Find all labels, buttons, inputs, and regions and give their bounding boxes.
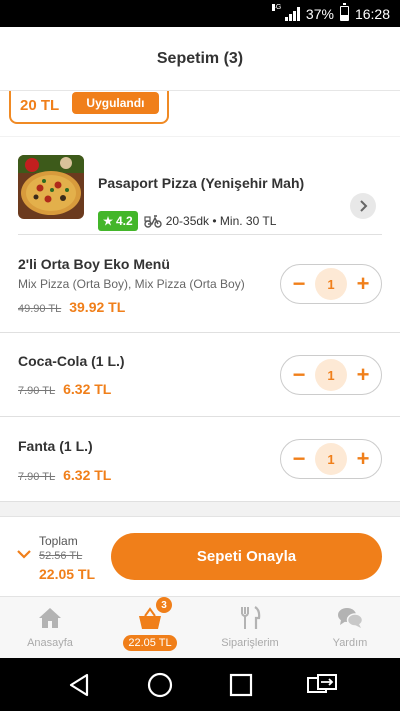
cart-item: Fanta (1 L.) 7.90 TL 6.32 TL − 1 + xyxy=(0,417,400,502)
chevron-down-icon[interactable] xyxy=(17,549,31,559)
item-name: Fanta (1 L.) xyxy=(18,438,93,454)
cart-total-badge: 22.05 TL xyxy=(123,635,177,651)
confirm-cart-button[interactable]: Sepeti Onayla xyxy=(111,533,382,580)
battery-icon xyxy=(339,3,349,21)
home-circle-icon xyxy=(147,672,172,697)
nav-item-help[interactable]: Yardım xyxy=(300,597,400,659)
nav-item-orders[interactable]: Siparişlerim xyxy=(200,597,300,659)
item-name: Coca-Cola (1 L.) xyxy=(18,353,125,369)
chevron-right-icon xyxy=(360,200,368,212)
cart-item: Coca-Cola (1 L.) 7.90 TL 6.32 TL − 1 + xyxy=(0,333,400,417)
page-header: Sepetim (3) xyxy=(0,27,400,91)
restaurant-image xyxy=(18,155,84,219)
quantity-stepper: − 1 + xyxy=(280,439,382,479)
restaurant-name: Pasaport Pizza (Yenişehir Mah) xyxy=(98,175,305,191)
increase-button[interactable]: + xyxy=(354,273,372,295)
rating-value: 4.2 xyxy=(116,214,133,228)
coupon-card[interactable]: 20 TL Uygulandı xyxy=(9,91,169,124)
rating-badge: 4.2 xyxy=(98,211,138,231)
coupon-applied-button[interactable]: Uygulandı xyxy=(71,92,159,114)
total-old-price: 52.56 TL xyxy=(39,550,83,562)
item-price: 6.32 TL xyxy=(63,467,112,483)
delivery-scooter-icon xyxy=(143,215,162,228)
nav-label-home: Anasayfa xyxy=(27,637,73,649)
item-price: 39.92 TL xyxy=(69,299,126,315)
decrease-button[interactable]: − xyxy=(290,364,308,386)
total-price: 22.05 TL xyxy=(39,566,96,582)
page-title: Sepetim (3) xyxy=(156,49,244,67)
total-label: Toplam xyxy=(39,534,78,548)
home-icon xyxy=(37,605,63,631)
item-old-price: 7.90 TL xyxy=(18,385,56,397)
recents-square-icon xyxy=(229,673,252,696)
decrease-button[interactable]: − xyxy=(290,273,308,295)
restaurant-chevron-button[interactable] xyxy=(350,193,376,219)
signal-icon: 4G xyxy=(271,3,300,21)
item-price: 6.32 TL xyxy=(63,381,112,397)
increase-button[interactable]: + xyxy=(354,448,372,470)
nav-item-home[interactable]: Anasayfa xyxy=(0,597,100,659)
star-icon xyxy=(103,216,113,226)
battery-percent: 37% xyxy=(305,5,334,22)
nav-item-cart[interactable]: 3 22.05 TL xyxy=(100,597,200,659)
item-prices: 7.90 TL 6.32 TL xyxy=(18,467,111,483)
fork-knife-icon xyxy=(237,605,263,631)
chat-bubbles-icon xyxy=(337,605,363,631)
restaurant-meta: 4.2 20-35dk • Min. 30 TL xyxy=(98,211,276,231)
item-description: Mix Pizza (Orta Boy), Mix Pizza (Orta Bo… xyxy=(18,277,245,291)
back-button[interactable] xyxy=(59,665,99,705)
clock: 16:28 xyxy=(354,5,390,22)
system-nav-bar xyxy=(0,658,400,711)
cart-card: Pasaport Pizza (Yenişehir Mah) 4.2 20-35… xyxy=(0,137,400,502)
home-system-button[interactable] xyxy=(140,665,180,705)
item-prices: 7.90 TL 6.32 TL xyxy=(18,381,111,397)
cart-count-badge: 3 xyxy=(156,597,172,613)
nav-label-help: Yardım xyxy=(332,637,368,649)
decrease-button[interactable]: − xyxy=(290,448,308,470)
item-prices: 49.90 TL 39.92 TL xyxy=(18,299,125,315)
back-triangle-icon xyxy=(69,673,88,696)
quantity-value: 1 xyxy=(315,443,347,475)
quantity-stepper: − 1 + xyxy=(280,355,382,395)
switch-app-icon xyxy=(306,673,337,693)
network-type: 4G xyxy=(271,3,282,11)
quantity-value: 1 xyxy=(315,268,347,300)
quantity-value: 1 xyxy=(315,359,347,391)
switch-app-button[interactable] xyxy=(302,665,342,705)
cart-summary-bar: Toplam 52.56 TL 22.05 TL Sepeti Onayla xyxy=(0,516,400,596)
bottom-nav: Anasayfa 3 22.05 TL Siparişlerim Yardım xyxy=(0,596,400,658)
coupon-amount: 20 TL xyxy=(20,97,60,114)
coupon-section: 20 TL Uygulandı xyxy=(0,91,400,136)
increase-button[interactable]: + xyxy=(354,364,372,386)
item-old-price: 49.90 TL xyxy=(18,303,62,315)
item-name: 2'li Orta Boy Eko Menü xyxy=(18,256,170,272)
quantity-stepper: − 1 + xyxy=(280,264,382,304)
cart-item: 2'li Orta Boy Eko Menü Mix Pizza (Orta B… xyxy=(0,235,400,333)
delivery-info: 20-35dk • Min. 30 TL xyxy=(165,214,277,228)
item-old-price: 7.90 TL xyxy=(18,471,56,483)
restaurant-row[interactable]: Pasaport Pizza (Yenişehir Mah) 4.2 20-35… xyxy=(18,155,382,235)
status-bar: 4G 37% 16:28 xyxy=(0,0,400,27)
recents-button[interactable] xyxy=(221,665,261,705)
nav-label-orders: Siparişlerim xyxy=(221,637,279,649)
